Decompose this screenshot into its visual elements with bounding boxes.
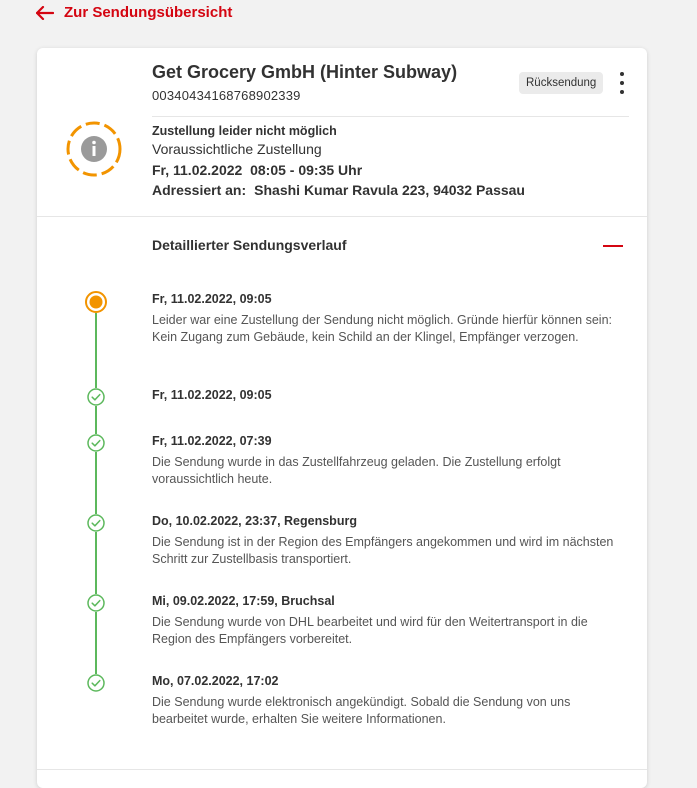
arrow-left-icon xyxy=(36,5,54,20)
current-step-icon xyxy=(85,291,107,313)
check-circle-icon xyxy=(87,594,105,612)
history-event: Fr, 11.02.2022, 09:05 Leider war eine Zu… xyxy=(152,292,622,346)
event-date: Mo, 07.02.2022, 17:02 xyxy=(152,674,279,688)
check-circle-icon xyxy=(87,434,105,452)
history-title: Detaillierter Sendungsverlauf xyxy=(152,237,347,253)
check-circle-icon xyxy=(87,674,105,692)
event-date: Mi, 09.02.2022, 17:59, Bruchsal xyxy=(152,594,335,608)
expected-delivery-label: Voraussichtliche Zustellung xyxy=(152,141,322,157)
event-date: Fr, 11.02.2022, 09:05 xyxy=(152,292,272,306)
event-description: Die Sendung wurde elektronisch angekündi… xyxy=(152,695,571,726)
event-description: Die Sendung ist in der Region des Empfän… xyxy=(152,535,614,566)
expected-delivery-window: Fr, 11.02.2022 08:05 - 09:35 Uhr xyxy=(152,162,363,178)
info-icon xyxy=(66,121,122,177)
bottom-divider xyxy=(37,769,647,770)
event-description: Die Sendung wurde in das Zustellfahrzeug… xyxy=(152,455,561,486)
history-event: Fr, 11.02.2022, 07:39 Die Sendung wurde … xyxy=(152,434,622,488)
check-circle-icon xyxy=(87,514,105,532)
shipment-card: Get Grocery GmbH (Hinter Subway) 0034043… xyxy=(37,48,647,788)
section-divider xyxy=(37,216,647,217)
back-link-label[interactable]: Zur Sendungsübersicht xyxy=(64,4,232,21)
back-link[interactable]: Zur Sendungsübersicht xyxy=(36,4,232,21)
event-date: Do, 10.02.2022, 23:37, Regensburg xyxy=(152,514,357,528)
addressed-to: Adressiert an: Shashi Kumar Ravula 223, 9… xyxy=(152,182,525,198)
event-description: Leider war eine Zustellung der Sendung n… xyxy=(152,313,612,344)
history-event: Mo, 07.02.2022, 17:02 Die Sendung wurde … xyxy=(152,674,622,728)
return-button[interactable]: Rücksendung xyxy=(519,72,604,94)
event-date: Fr, 11.02.2022, 07:39 xyxy=(152,434,272,448)
check-circle-icon xyxy=(87,388,105,406)
event-date: Fr, 11.02.2022, 09:05 xyxy=(152,388,272,402)
header-divider xyxy=(152,116,629,117)
timeline-line xyxy=(95,306,97,686)
minus-icon[interactable] xyxy=(603,240,623,252)
sender-name: Get Grocery GmbH (Hinter Subway) xyxy=(152,62,458,82)
addressed-to-value: Shashi Kumar Ravula 223, 94032 Passau xyxy=(254,182,525,198)
addressed-to-label: Adressiert an: xyxy=(152,182,247,198)
more-vertical-icon[interactable] xyxy=(615,72,629,94)
status-headline: Zustellung leider nicht möglich xyxy=(152,124,337,138)
tracking-number: 00340434168768902339 xyxy=(152,88,301,103)
history-event: Fr, 11.02.2022, 09:05 xyxy=(152,388,622,402)
history-event: Do, 10.02.2022, 23:37, Regensburg Die Se… xyxy=(152,514,622,568)
history-event: Mi, 09.02.2022, 17:59, Bruchsal Die Send… xyxy=(152,594,622,648)
event-description: Die Sendung wurde von DHL bearbeitet und… xyxy=(152,615,588,646)
